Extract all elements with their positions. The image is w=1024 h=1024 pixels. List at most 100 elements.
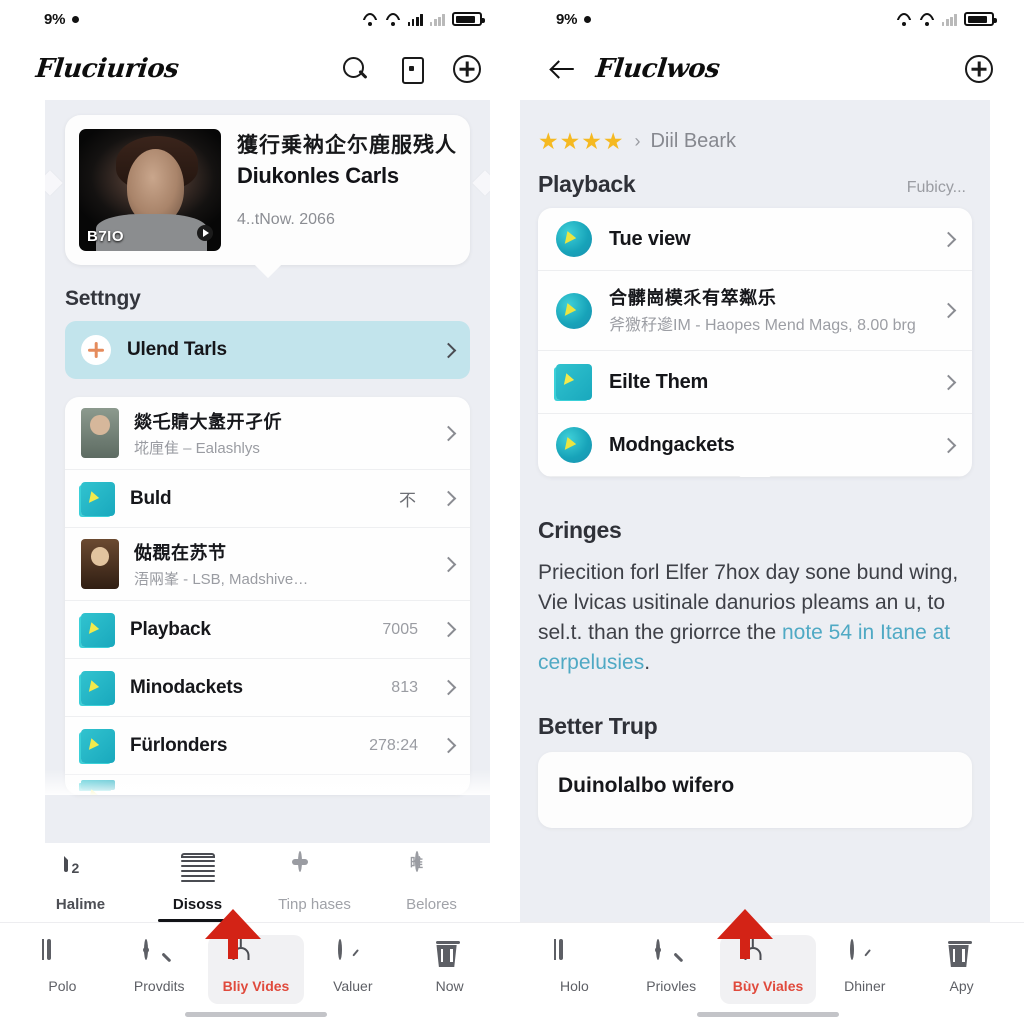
- list-item-text: 合髒崗模乑有箤粼乐 斧獥秄遪IM - Haopes Mend Mags, 8.0…: [609, 284, 926, 337]
- list-item[interactable]: Minodackets 813: [65, 659, 470, 717]
- nav-item-apy[interactable]: Apy: [913, 935, 1010, 1004]
- glyph-circle-icon: 㫿: [410, 851, 449, 887]
- signal-bars-dim-icon: [429, 13, 445, 26]
- chevron-right-icon: [440, 342, 457, 358]
- chevron-right-icon: [440, 621, 457, 638]
- list-item-title: Eilte Them: [609, 370, 709, 393]
- list-item-text: Minodackets: [130, 677, 376, 699]
- chevron-right-icon: [440, 556, 457, 572]
- list-item[interactable]: Playback 7005: [65, 601, 470, 659]
- hero-thumbnail[interactable]: B7IO: [79, 129, 221, 251]
- book-icon: [81, 612, 115, 647]
- list-fade-overlay: [45, 769, 490, 795]
- list-item[interactable]: Buld 不: [65, 470, 470, 528]
- section-action-label[interactable]: Fubicy...: [907, 179, 966, 197]
- wifi-icon: [896, 13, 912, 26]
- paragraph-heading: Cringes: [538, 517, 622, 544]
- nav-item-buy-viales[interactable]: Bùy Viales: [719, 935, 817, 1004]
- nav-item-bliy-vides[interactable]: Bliy Vides: [207, 935, 305, 1004]
- nav-label: Apy: [949, 978, 974, 994]
- breadcrumb-label[interactable]: Diil Beark: [650, 130, 736, 153]
- highlighted-row-ulend-tarls[interactable]: Ulend Tarls: [65, 321, 470, 379]
- back-arrow-icon[interactable]: [548, 54, 578, 84]
- book-outline-icon: [47, 939, 77, 971]
- card-icon[interactable]: [396, 54, 426, 84]
- dots-circle-icon: [297, 851, 332, 887]
- tab-tinp-hases[interactable]: Tinp hases: [256, 851, 373, 922]
- nav-label: Dhiner: [844, 978, 886, 994]
- app-brand-title: Fluclwos: [594, 54, 721, 84]
- list-item-title: Playback: [130, 618, 211, 640]
- list-item-subtitle: 埖㢆隹 – Ealashlys: [134, 440, 260, 457]
- section-title: Playback: [538, 171, 636, 197]
- square-book-icon: [556, 364, 592, 401]
- bottom-section-card[interactable]: Duinolalbo wifero: [538, 752, 972, 829]
- list-item-title: Tue view: [609, 227, 691, 250]
- bottom-section-heading: Better Trup: [538, 713, 658, 740]
- nav-item-now[interactable]: Now: [401, 935, 498, 1004]
- breadcrumb-separator: ›: [634, 131, 641, 151]
- play-icon[interactable]: [197, 225, 213, 241]
- list-item-title: 合髒崗模乑有箤粼乐: [609, 288, 777, 308]
- list-item[interactable]: Eilte Them: [538, 351, 972, 415]
- chevron-right-icon: [940, 231, 957, 247]
- chevron-right-icon: [440, 737, 457, 754]
- gauge-icon: [849, 939, 880, 971]
- list-item-text: Tue view: [609, 228, 926, 251]
- status-bar-left: 9%: [556, 10, 592, 28]
- list-item-title: Buld: [130, 487, 172, 509]
- circle-book-icon: [556, 427, 592, 464]
- left-scroll-body[interactable]: B7IO 獲行乗衲企尓鹿服残人 Diukonles Carls 4..tNow.…: [45, 100, 490, 843]
- breadcrumb: ★★★★ › Diil Beark: [520, 100, 990, 155]
- carousel-next-icon[interactable]: [472, 169, 490, 196]
- portrait-thumb: [81, 539, 119, 589]
- list-item-subtitle: 斧獥秄遪IM - Haopes Mend Mags, 8.00 brg: [609, 317, 916, 334]
- list-item[interactable]: Fürlonders 278:24: [65, 717, 470, 775]
- left-phone-screen: 9% Fluciurios B7IO 獲行乗衲企尓鹿服残人 Diukonles …: [0, 0, 512, 1024]
- carousel-prev-icon[interactable]: [45, 169, 63, 196]
- nav-label: Holo: [560, 978, 589, 994]
- nav-item-provdits[interactable]: Provdits: [111, 935, 208, 1004]
- list-item[interactable]: 合髒崗模乑有箤粼乐 斧獥秄遪IM - Haopes Mend Mags, 8.0…: [538, 271, 972, 352]
- list-item[interactable]: 㑬覠在苏节 浯㒳峯 - LSB, Madshive…: [65, 528, 470, 601]
- list-item-title: Minodackets: [130, 676, 243, 698]
- wifi-icon: [385, 13, 401, 26]
- hero-text-block: 獲行乗衲企尓鹿服残人 Diukonles Carls 4..tNow. 2066: [237, 129, 456, 251]
- chevron-right-icon: [440, 679, 457, 696]
- nav-item-holo[interactable]: Holo: [526, 935, 623, 1004]
- status-bar: 9%: [512, 0, 1024, 38]
- status-bar: 9%: [0, 0, 512, 38]
- section-header: Playback Fubicy...: [520, 155, 990, 208]
- list-item[interactable]: 燚乇䝼大盠开孑伒 埖㢆隹 – Ealashlys: [65, 397, 470, 470]
- list-item-text: 燚乇䝼大盠开孑伒 埖㢆隹 – Ealashlys: [134, 408, 428, 458]
- wifi-icon: [919, 13, 935, 26]
- list-item-text: 㑬覠在苏节 浯㒳峯 - LSB, Madshive…: [134, 539, 428, 589]
- plus-circle-icon[interactable]: [452, 54, 482, 84]
- book-icon: [81, 728, 115, 763]
- nav-item-polo[interactable]: Polo: [14, 935, 111, 1004]
- search-icon[interactable]: [340, 54, 370, 84]
- battery-percent-label: 9%: [556, 10, 578, 28]
- tab-belores[interactable]: 㫿 Belores: [373, 851, 490, 922]
- rating-stars-icon: ★★★★: [538, 128, 625, 154]
- nav-item-priovles[interactable]: Priovles: [623, 935, 720, 1004]
- tab-halime[interactable]: 2 Halime: [22, 851, 139, 922]
- hero-cjk-title: 獲行乗衲企尓鹿服残人: [237, 134, 456, 157]
- right-scroll-body[interactable]: ★★★★ › Diil Beark Playback Fubicy... Tue…: [520, 100, 990, 922]
- chevron-right-icon: [940, 302, 957, 319]
- list-item-meta: 278:24: [369, 736, 418, 754]
- chevron-right-icon: [940, 437, 957, 453]
- hero-card[interactable]: B7IO 獲行乗衲企尓鹿服残人 Diukonles Carls 4..tNow.…: [65, 115, 470, 279]
- bottom-nav-bar: Polo Provdits Bliy Vides Valuer Now: [0, 909, 512, 1004]
- home-indicator: [0, 1004, 512, 1024]
- nav-item-valuer[interactable]: Valuer: [304, 935, 401, 1004]
- plus-circle-icon[interactable]: [964, 54, 994, 84]
- battery-percent-label: 9%: [44, 10, 66, 28]
- thumb-face-shape: [127, 148, 185, 225]
- document-icon: 2: [63, 851, 98, 887]
- chevron-right-icon: [440, 425, 457, 441]
- list-item[interactable]: Tue view: [538, 208, 972, 271]
- list-item-text: Playback: [130, 619, 367, 641]
- highlighted-row-label: Ulend Tarls: [127, 339, 227, 360]
- nav-item-dhiner[interactable]: Dhiner: [816, 935, 913, 1004]
